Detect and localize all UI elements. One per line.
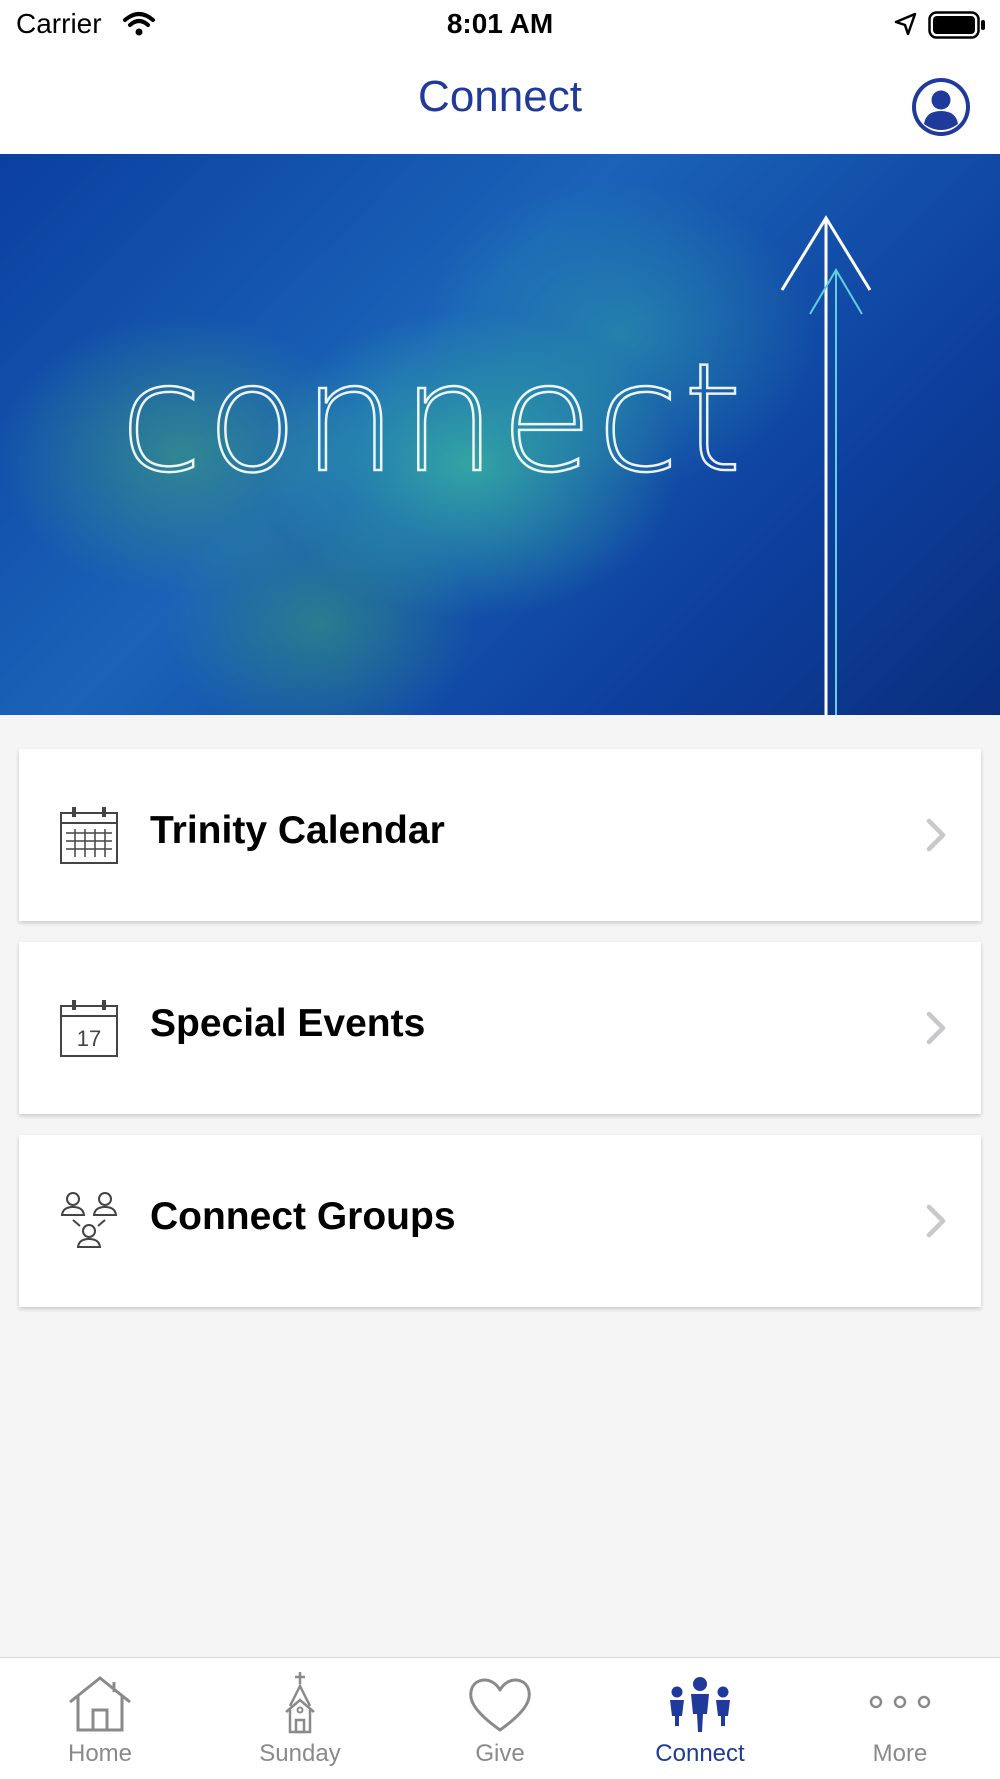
people-icon [670,1677,730,1732]
menu-item-label: Trinity Calendar [150,809,445,852]
tab-more[interactable]: More [800,1658,1000,1779]
tab-bar: Home Sunday Give Connect More [0,1657,1000,1779]
page-title: Connect [418,72,582,121]
tab-label: Connect [655,1740,745,1767]
tab-connect[interactable]: Connect [600,1658,800,1779]
tab-sunday[interactable]: Sunday [200,1658,400,1779]
tab-give[interactable]: Give [400,1658,600,1779]
house-icon [69,1676,131,1732]
calendar-grid-icon [60,807,118,864]
status-time: 8:01 AM [446,8,554,39]
tab-label: More [872,1740,928,1767]
chevron-right-icon [926,1204,946,1238]
hero-banner-word: connect [119,332,746,506]
tab-label: Sunday [259,1740,341,1767]
tab-label: Home [67,1740,133,1767]
menu-item-label: Special Events [150,1002,426,1045]
heart-icon [469,1678,531,1732]
menu-item-connect-groups[interactable]: Connect Groups [19,1135,981,1307]
menu-item-special-events[interactable]: 17 Special Events [19,942,981,1114]
people-group-icon [60,1192,118,1248]
menu-item-label: Connect Groups [150,1195,456,1238]
hero-banner: connect [0,154,1000,715]
profile-button[interactable] [912,78,970,136]
hero-arrow-graphic [780,215,872,715]
battery-icon [928,11,985,39]
chevron-right-icon [926,1011,946,1045]
tab-label: Give [475,1740,525,1767]
more-dots-icon [869,1695,931,1709]
tab-home[interactable]: Home [0,1658,200,1779]
status-bar: Carrier 8:01 AM [0,0,1000,52]
church-icon [285,1672,315,1734]
chevron-right-icon [926,818,946,852]
location-arrow-icon [894,12,917,36]
menu-item-trinity-calendar[interactable]: Trinity Calendar [19,749,981,921]
user-avatar-icon [916,82,966,132]
nav-bar: Connect [0,52,1000,154]
calendar-date-number: 17 [77,1026,101,1051]
calendar-date-icon: 17 [60,1000,118,1057]
